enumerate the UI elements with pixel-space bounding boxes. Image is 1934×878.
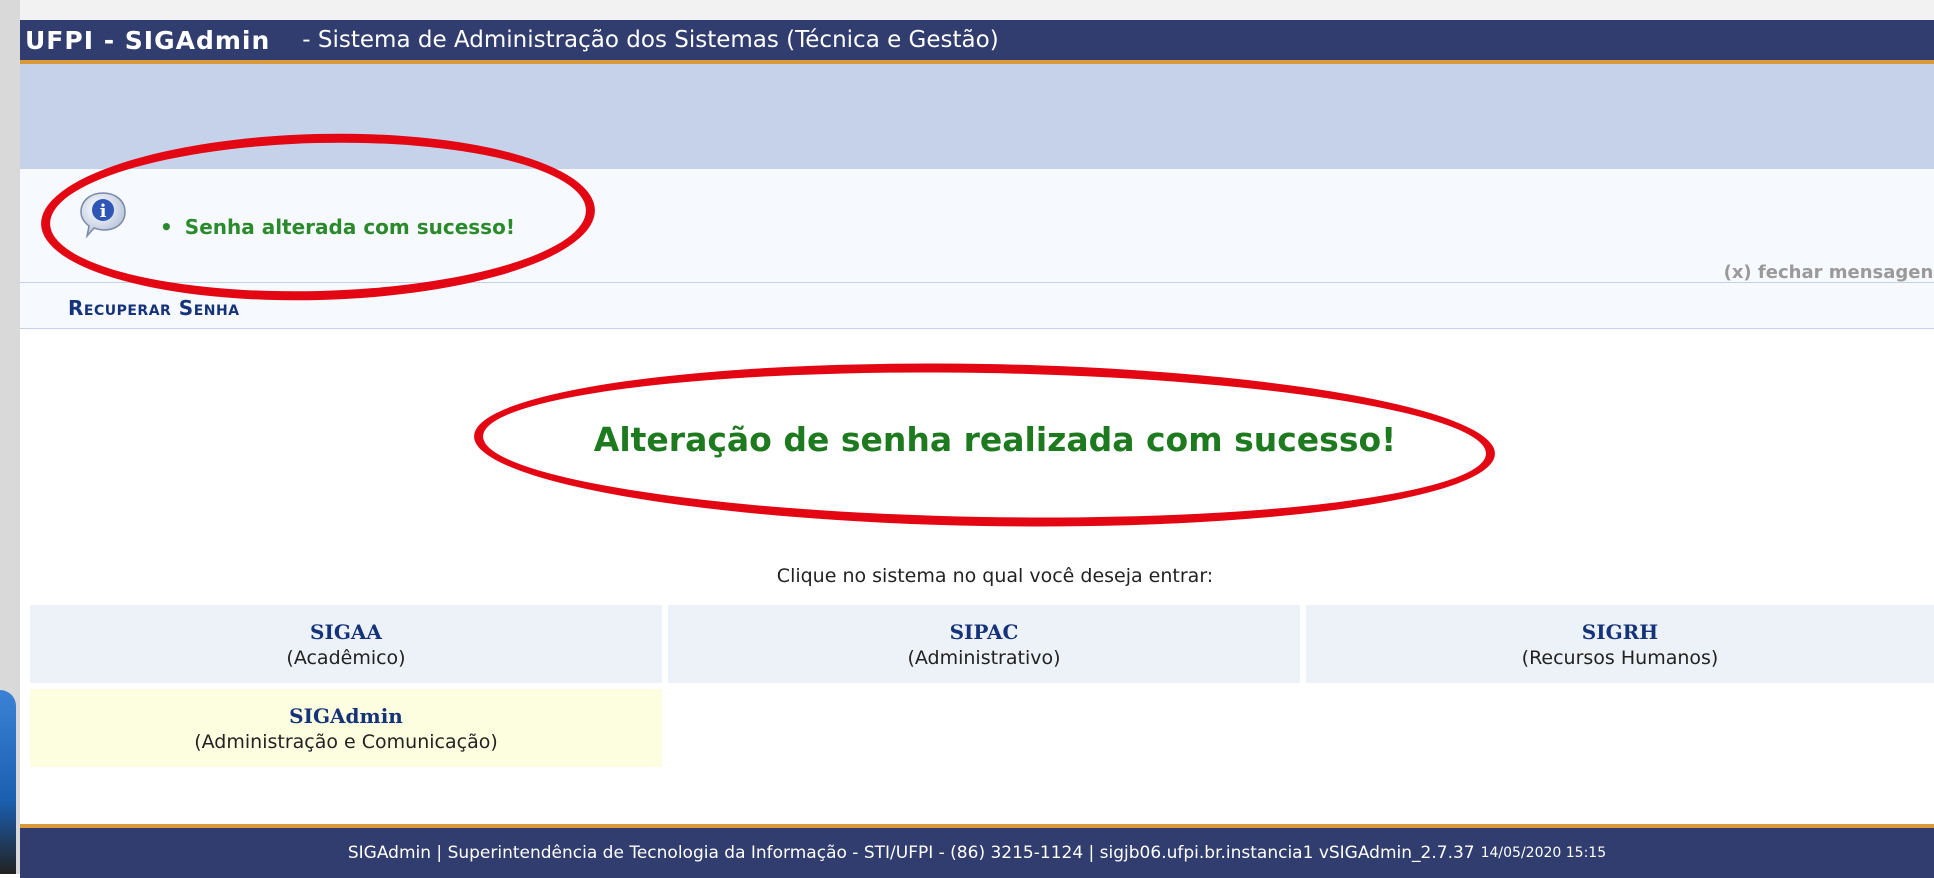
message-bullet: • <box>160 215 173 239</box>
message-box: i • Senha alterada com sucesso! (x) fecha… <box>20 169 1934 283</box>
system-name: SIGRH <box>1581 619 1659 644</box>
title-bar: UFPI - SIGAdmin - Sistema de Administraç… <box>20 20 1934 64</box>
top-strip <box>0 0 1934 20</box>
page: UFPI - SIGAdmin - Sistema de Administraç… <box>20 20 1934 878</box>
footer-timestamp: 14/05/2020 15:15 <box>1480 845 1607 861</box>
system-description: (Recursos Humanos) <box>1521 646 1719 669</box>
system-link-sigaa[interactable]: SIGAA (Acadêmico) <box>30 605 662 683</box>
success-message: • Senha alterada com sucesso! <box>160 215 515 239</box>
footer: SIGAdmin | Superintendência de Tecnologi… <box>20 824 1934 878</box>
system-description: (Acadêmico) <box>286 646 406 669</box>
background-left-edge <box>0 0 20 874</box>
system-prompt: Clique no sistema no qual você deseja en… <box>776 565 1214 587</box>
system-link-sigrh[interactable]: SIGRH (Recursos Humanos) <box>1306 605 1934 683</box>
close-messages-link[interactable]: (x) fechar mensagens <box>1724 262 1934 283</box>
background-decoration <box>0 690 16 874</box>
info-icon: i <box>80 192 126 239</box>
system-name: SIPAC <box>949 619 1019 644</box>
message-text: Senha alterada com sucesso! <box>184 215 515 239</box>
system-description: (Administração e Comunicação) <box>194 730 498 753</box>
password-changed-heading: Alteração de senha realizada com sucesso… <box>593 420 1397 459</box>
app-name: UFPI - SIGAdmin <box>25 25 271 55</box>
system-description: (Administrativo) <box>907 646 1061 669</box>
system-link-sigadmin[interactable]: SIGAdmin (Administração e Comunicação) <box>30 689 662 767</box>
svg-text:i: i <box>100 201 107 222</box>
app-subtitle: - Sistema de Administração dos Sistemas … <box>302 27 999 53</box>
system-name: SIGAA <box>310 619 382 644</box>
section-title: Recuperar Senha <box>68 296 240 320</box>
section-header: Recuperar Senha <box>20 283 1934 329</box>
system-link-sipac[interactable]: SIPAC (Administrativo) <box>668 605 1300 683</box>
header-banner <box>20 64 1934 169</box>
footer-text: SIGAdmin | Superintendência de Tecnologi… <box>347 843 1475 863</box>
system-name: SIGAdmin <box>289 703 403 728</box>
